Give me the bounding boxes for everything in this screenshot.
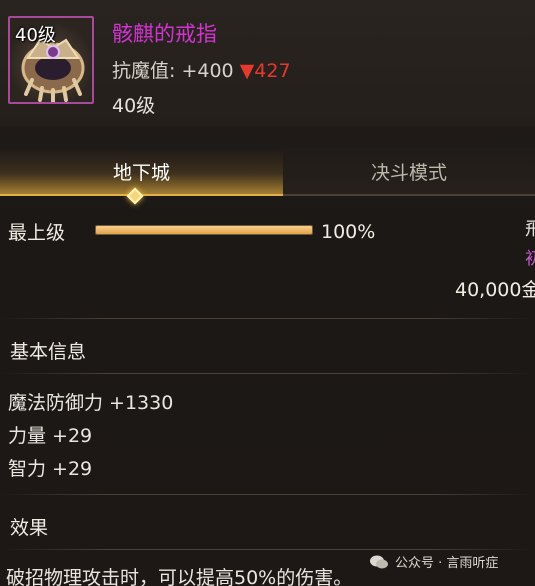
item-header: 40级 骸麒的戒指 抗魔值: +400 ▼427 40级: [0, 0, 535, 126]
upgrade-grade-label: 最上级: [8, 222, 66, 244]
ring-item-icon[interactable]: 40级: [8, 16, 94, 104]
magic-resist-stat: 抗魔值: +400 ▼427: [112, 56, 291, 83]
divider: [0, 494, 535, 495]
wechat-icon: [370, 555, 388, 568]
attribute-strength: 力量 +29: [8, 425, 93, 447]
basic-info-title: 基本信息: [10, 341, 87, 363]
mode-tabs: 地下城 决斗模式: [0, 148, 535, 205]
tab-duel-mode-label: 决斗模式: [370, 161, 447, 184]
divider: [0, 549, 535, 550]
item-name: 骸麒的戒指: [112, 22, 217, 46]
upgrade-progress-fill: [96, 226, 312, 234]
watermark-text: 公众号 · 言雨听症: [395, 556, 499, 571]
tab-dungeon-label: 地下城: [112, 161, 170, 184]
truncated-text-2: 初: [525, 249, 535, 269]
upgrade-progress-bar: [95, 225, 313, 235]
divider: [0, 373, 535, 374]
icon-level-badge: 40级: [15, 25, 56, 46]
attribute-intelligence: 智力 +29: [8, 458, 93, 480]
attribute-magic-defense: 魔法防御力 +1330: [8, 392, 174, 414]
effect-description: 破招物理攻击时，可以提高50%的伤害。: [6, 567, 353, 586]
item-price: 40,000金: [455, 279, 535, 301]
magic-resist-label: 抗魔值: +400: [112, 60, 234, 82]
truncated-text-1: 飛: [525, 219, 535, 240]
magic-resist-decrease: ▼427: [239, 60, 291, 82]
watermark: 公众号 · 言雨听症: [369, 552, 498, 571]
effect-title: 效果: [10, 517, 49, 539]
upgrade-progress-percent: 100%: [321, 221, 376, 243]
divider: [0, 318, 535, 319]
item-tooltip: 40级 骸麒的戒指 抗魔值: +400 ▼427 40级 地下城 决斗模式 最上…: [0, 0, 535, 586]
item-level: 40级: [112, 95, 156, 117]
tab-duel-mode[interactable]: 决斗模式: [283, 148, 535, 196]
tab-dungeon[interactable]: 地下城: [0, 148, 283, 196]
